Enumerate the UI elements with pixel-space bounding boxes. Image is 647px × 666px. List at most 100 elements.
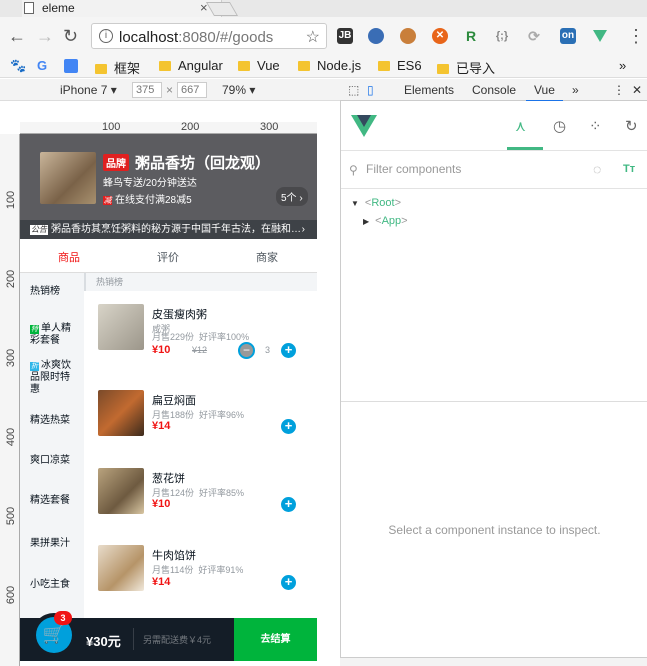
tab-console[interactable]: Console [472, 83, 516, 97]
reload-icon[interactable]: ↻ [63, 26, 78, 47]
sync-extension-icon[interactable]: ⟳ [526, 28, 542, 44]
history-icon[interactable]: ◷ [553, 117, 566, 135]
inspect-element-icon[interactable]: ⬚ [348, 83, 359, 97]
food-price: ¥14 [152, 420, 171, 432]
vuex-icon[interactable]: ⁘ [589, 117, 602, 135]
menu-icon[interactable]: ⋮ [627, 26, 645, 47]
bookmark-folder[interactable]: Vue [238, 58, 280, 73]
device-toggle-icon[interactable]: ▯ [367, 83, 374, 97]
seller-avatar [40, 152, 96, 204]
food-item[interactable]: 牛肉馅饼 月售114份 好评率91% ¥14 + [98, 545, 308, 615]
zoom-select[interactable]: 79% ▾ [222, 83, 255, 97]
device-select[interactable]: iPhone 7 ▾ [60, 83, 117, 97]
shopcart[interactable]: 🛒 3 ¥30元 另需配送费￥4元 去结算 [20, 611, 317, 661]
vue-logo-icon [351, 115, 377, 137]
address-bar[interactable]: i localhost:8080/#/goods ☆ [91, 23, 327, 49]
menu-item[interactable]: 精选热菜 [30, 415, 78, 427]
filter-input[interactable]: Filter components [366, 162, 461, 176]
food-item[interactable]: 葱花饼 月售124份 好评率85% ¥10 + [98, 468, 308, 538]
bookmark-folder[interactable]: Node.js [298, 58, 361, 73]
bulletin[interactable]: 公告 粥品香坊其烹饪粥料的秘方源于中国千年古法，在融和… › [20, 220, 317, 239]
folder-icon [159, 61, 171, 71]
folder-icon [95, 64, 107, 74]
tab-ratings[interactable]: 评价 [157, 249, 179, 265]
menu-item[interactable]: 折冰爽饮品限时特惠 [30, 360, 78, 396]
add-button[interactable]: + [281, 343, 296, 358]
tab-strip: eleme × [0, 0, 647, 17]
forward-icon[interactable]: → [36, 26, 54, 47]
seller-description: 蜂鸟专送/20分钟送达 [103, 178, 197, 189]
more-bookmarks-icon[interactable]: » [619, 58, 626, 73]
bookmark-folder[interactable]: ES6 [378, 58, 422, 73]
devtools-close-icon[interactable]: ✕ [632, 83, 642, 97]
add-button[interactable]: + [281, 497, 296, 512]
orange-extension-icon[interactable]: ✕ [432, 28, 448, 44]
menu-item[interactable]: 爽口凉菜 [30, 455, 78, 467]
food-image [98, 390, 144, 436]
r-extension-icon[interactable]: R [463, 28, 479, 44]
menu-sidebar: 热销榜 特单人精彩套餐 折冰爽饮品限时特惠 精选热菜 爽口凉菜 精选套餐 果拼果… [20, 273, 84, 618]
bulletin-arrow-icon: › [301, 224, 305, 235]
tab-seller[interactable]: 商家 [256, 249, 278, 265]
devtools-menu-icon[interactable]: ⋮ [613, 83, 625, 97]
food-section-title: 热销榜 [84, 273, 317, 291]
bookmark-folder[interactable]: 框架 [95, 58, 140, 77]
delivery-fee: 另需配送费￥4元 [143, 635, 212, 645]
add-button[interactable]: + [281, 419, 296, 434]
info-icon[interactable]: i [99, 29, 113, 43]
pay-button[interactable]: 去结算 [234, 618, 317, 661]
add-button[interactable]: + [281, 575, 296, 590]
cart-count-badge: 3 [54, 611, 72, 625]
globe-extension-icon[interactable] [368, 28, 384, 44]
device-height-input[interactable]: 667 [177, 82, 207, 98]
back-icon[interactable]: ← [8, 26, 26, 47]
ruler-left: 100 200 300 400 500 600 [0, 134, 20, 666]
food-image [98, 468, 144, 514]
food-item[interactable]: 皮蛋瘦肉粥 咸粥 月售229份 好评率100% ¥10 ¥12 − 3 + [98, 304, 308, 374]
support-count[interactable]: 5个 › [276, 187, 308, 206]
bookmark-folder[interactable]: 已导入 [437, 58, 495, 77]
json-extension-icon[interactable]: {;} [494, 28, 510, 44]
bookmark-folder[interactable]: Angular [159, 58, 223, 73]
url-text[interactable]: localhost:8080/#/goods [119, 29, 273, 46]
bookmark-star-icon[interactable]: ☆ [306, 27, 320, 47]
components-icon[interactable]: ⋏ [515, 117, 526, 135]
special-icon: 特 [30, 325, 39, 334]
fox-extension-icon[interactable] [400, 28, 416, 44]
folder-icon [378, 61, 390, 71]
translate-bookmark-icon[interactable] [64, 59, 78, 73]
text-format-icon[interactable]: Tт [623, 163, 635, 175]
ruler-label: 100 [102, 121, 121, 133]
target-icon[interactable]: ◌ [593, 161, 601, 177]
seller-header[interactable]: 品牌 粥品香坊（回龙观） 蜂鸟专送/20分钟送达 减在线支付满28减5 5个 ›… [20, 134, 317, 239]
console-drawer [340, 657, 647, 666]
translate-extension-icon[interactable]: on [560, 28, 576, 44]
food-image [98, 545, 144, 591]
menu-item[interactable]: 热销榜 [30, 286, 78, 298]
food-name: 葱花饼 [152, 473, 185, 485]
menu-item[interactable]: 果拼果汁 [30, 538, 78, 550]
tab-goods[interactable]: 商品 [58, 249, 80, 265]
browser-tab[interactable]: eleme × [22, 0, 222, 17]
bulletin-text: 粥品香坊其烹饪粥料的秘方源于中国千年古法，在融和… [51, 224, 301, 235]
bulletin-tag: 公告 [30, 225, 48, 235]
decrease-button[interactable]: − [238, 342, 255, 359]
more-tabs-icon[interactable]: » [572, 83, 579, 97]
menu-item[interactable]: 精选套餐 [30, 495, 78, 507]
google-icon[interactable]: G [37, 58, 47, 73]
device-width-input[interactable]: 375 [132, 82, 162, 98]
ruler-label: 600 [5, 585, 18, 605]
food-extra: 月售114份 好评率91% [152, 565, 244, 575]
tab-vue[interactable]: Vue [526, 83, 563, 102]
menu-item[interactable]: 特单人精彩套餐 [30, 323, 78, 347]
refresh-icon[interactable]: ↻ [625, 117, 638, 135]
vue-devtools-extension-icon[interactable] [592, 28, 608, 44]
food-item[interactable]: 扁豆焖面 月售188份 好评率96% ¥14 + [98, 390, 308, 460]
device-toolbar: iPhone 7 ▾ 375 × 667 79% ▾ [0, 79, 340, 101]
tree-node-app[interactable]: ▶ <App> [363, 215, 408, 227]
tab-elements[interactable]: Elements [404, 83, 454, 97]
tree-node-root[interactable]: ▼ <Root> [351, 197, 401, 209]
apps-icon[interactable]: 🐾 [10, 58, 26, 74]
jetbrains-icon[interactable]: JB [337, 28, 353, 44]
menu-item[interactable]: 小吃主食 [30, 579, 78, 591]
